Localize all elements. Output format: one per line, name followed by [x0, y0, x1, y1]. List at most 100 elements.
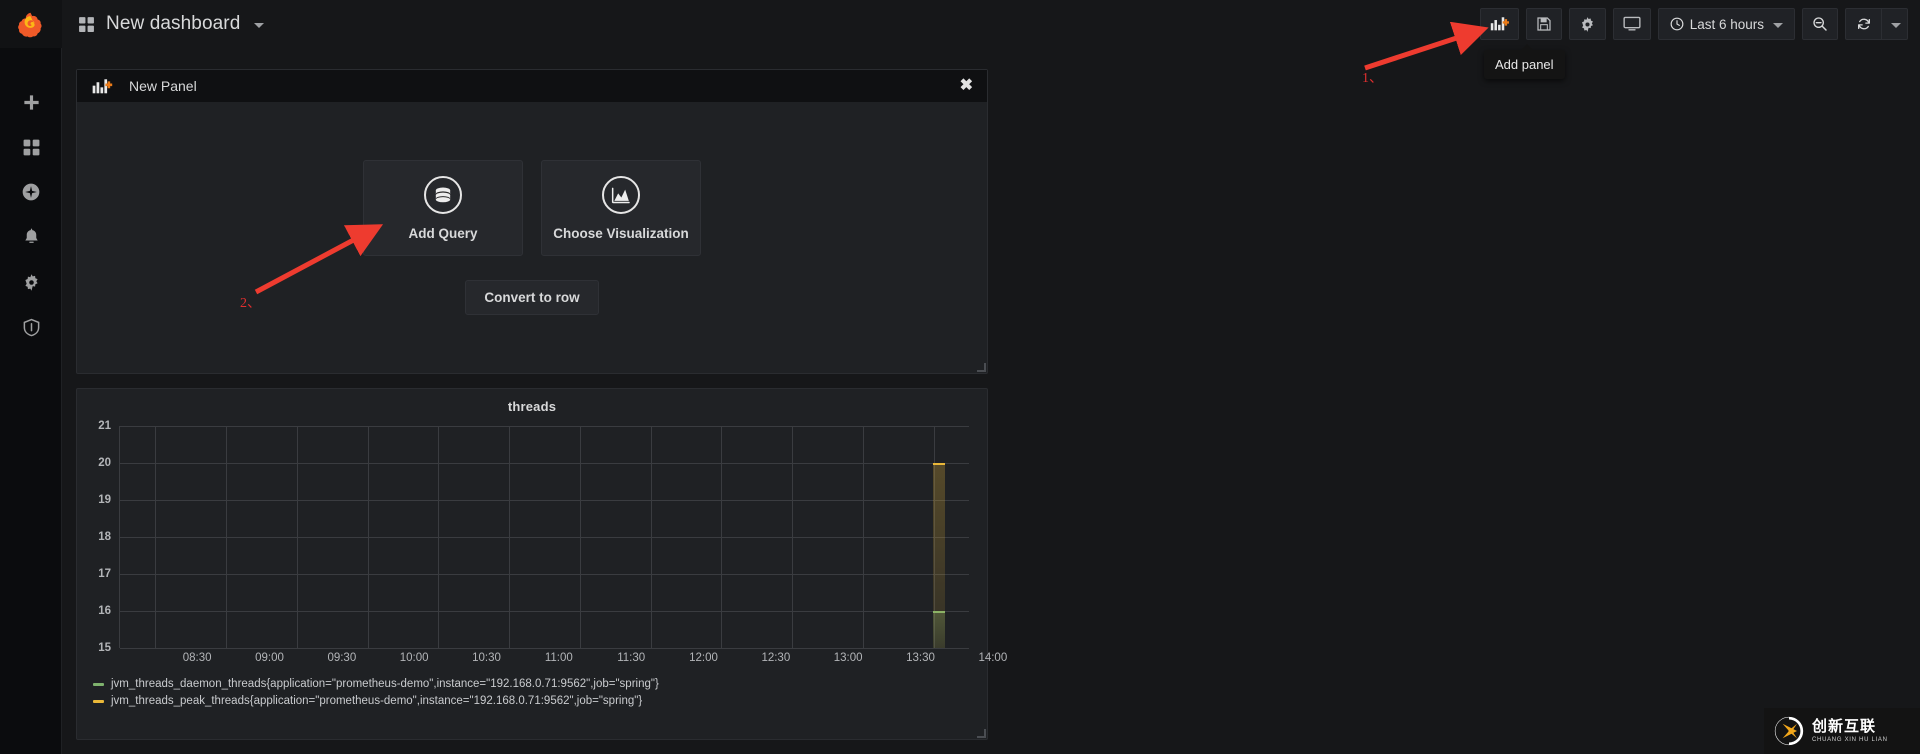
time-range-picker[interactable]: Last 6 hours: [1657, 8, 1795, 40]
sidebar-items: [0, 90, 61, 339]
y-axis-tick: 16: [98, 605, 111, 617]
x-axis-tick: 09:30: [327, 652, 357, 664]
chevron-down-icon[interactable]: [254, 23, 265, 28]
sidebar: [0, 0, 62, 754]
grid-line-horizontal: [120, 462, 969, 464]
y-axis-tick: 20: [98, 456, 111, 469]
watermark-text: 创新互联 CHUANG XIN HU LIAN: [1812, 719, 1888, 743]
refresh-button[interactable]: [1845, 8, 1881, 40]
add-panel-button[interactable]: [1479, 8, 1519, 40]
convert-to-row-button[interactable]: Convert to row: [465, 280, 599, 315]
sidebar-item-create[interactable]: [0, 90, 62, 114]
search-minus-icon: [1813, 17, 1827, 31]
new-panel-title: New Panel: [129, 78, 197, 94]
sidebar-item-configuration[interactable]: [0, 270, 62, 294]
database-icon: [424, 175, 462, 214]
x-axis-tick: 10:00: [399, 652, 429, 664]
tv-monitor-icon: [1623, 16, 1641, 31]
series-area: [932, 462, 945, 648]
x-axis-tick: 14:00: [978, 652, 1008, 664]
choose-visualization-card[interactable]: Choose Visualization: [541, 160, 701, 256]
dashboard-grid-icon: [79, 16, 94, 32]
sidebar-item-explore[interactable]: [0, 180, 62, 204]
x-axis-tick: 08:30: [182, 652, 212, 664]
legend-color-swatch[interactable]: [93, 699, 104, 703]
annotation-1-label: 1、: [1362, 71, 1383, 86]
add-panel-tooltip: Add panel: [1484, 44, 1565, 79]
grid-line-vertical: [579, 426, 581, 648]
legend-label: jvm_threads_peak_threads{application="pr…: [111, 695, 643, 707]
save-dashboard-button[interactable]: [1525, 8, 1562, 40]
clock-icon: [1670, 17, 1684, 31]
grid-line-vertical: [367, 426, 369, 648]
new-panel-cards: Add Query Choose Visualization: [363, 160, 701, 256]
legend-item[interactable]: jvm_threads_peak_threads{application="pr…: [93, 695, 987, 707]
add-panel-icon: [92, 78, 113, 93]
x-axis-tick: 10:30: [472, 652, 501, 664]
gear-icon: [1581, 16, 1593, 32]
y-axis-tick: 18: [98, 531, 111, 543]
graph-panel: threads 21 20 19 18 17 16 15 08:30 09:00 09:30 10…: [76, 388, 1007, 740]
watermark: 创新互联 CHUANG XIN HU LIAN: [1764, 708, 1920, 754]
x-axis: 08:30 09:00 09:30 10:00 10:30 11:00 11:30 12:00…: [119, 648, 1007, 670]
sidebar-item-alerting[interactable]: [0, 225, 62, 249]
x-axis-tick: 09:00: [255, 652, 284, 664]
y-axis: 21 20 19 18 17 16 15: [77, 420, 117, 654]
legend-label: jvm_threads_daemon_threads{application="…: [111, 678, 659, 690]
refresh-icon: [1857, 18, 1870, 30]
grid-line-vertical: [721, 426, 723, 648]
sidebar-item-server-admin[interactable]: [0, 315, 62, 339]
legend-item[interactable]: jvm_threads_daemon_threads{application="…: [93, 678, 987, 690]
grid-line-vertical: [509, 426, 511, 648]
graph-legend: jvm_threads_daemon_threads{application="…: [77, 670, 987, 707]
grid-line-horizontal: [120, 611, 969, 612]
new-panel: New Panel ✖ Add Query Choose Visualizati…: [76, 69, 988, 374]
sidebar-item-dashboards[interactable]: [0, 135, 62, 159]
grid-line-vertical: [226, 426, 228, 648]
grafana-logo[interactable]: [0, 0, 62, 48]
breadcrumb[interactable]: New dashboard: [78, 13, 265, 35]
dashboard-settings-button[interactable]: [1568, 8, 1606, 40]
time-range-label: Last 6 hours: [1689, 16, 1764, 32]
x-axis-tick: 13:00: [833, 652, 863, 664]
floppy-save-icon: [1537, 17, 1551, 31]
grid-line-vertical: [862, 426, 864, 648]
panel-resize-handle[interactable]: [977, 363, 986, 372]
top-navbar: New dashboard Last 6 hours: [62, 0, 1920, 48]
x-axis-tick: 11:30: [617, 652, 646, 664]
grid-line-horizontal: [120, 537, 969, 538]
graph-area-icon: [602, 175, 640, 214]
grid-line-horizontal: [120, 573, 969, 575]
grid-line-vertical: [792, 426, 794, 648]
grafana-app: New dashboard Last 6 hours Add panel New…: [0, 0, 1920, 754]
plot-canvas[interactable]: [119, 426, 969, 649]
x-axis-tick: 13:30: [906, 652, 935, 664]
refresh-interval-button[interactable]: [1881, 8, 1908, 40]
dashboards-grid-icon: [23, 139, 39, 155]
zoom-out-button[interactable]: [1802, 8, 1838, 40]
bell-icon: [24, 228, 38, 243]
add-query-label: Add Query: [408, 225, 478, 241]
x-axis-tick: 12:30: [761, 652, 791, 664]
add-panel-icon: [1490, 17, 1509, 31]
cx-logo-icon: [1774, 716, 1804, 746]
watermark-cn: 创新互联: [1812, 718, 1877, 735]
cycle-view-mode-button[interactable]: [1612, 8, 1651, 40]
grid-line-vertical: [155, 426, 157, 648]
watermark-en: CHUANG XIN HU LIAN: [1812, 737, 1888, 743]
page-title: New dashboard: [106, 13, 241, 34]
grid-line-horizontal: [120, 499, 969, 501]
shield-icon: [23, 318, 39, 336]
gear-icon: [24, 273, 38, 291]
compass-icon: [22, 183, 40, 201]
x-axis-tick: 12:00: [689, 652, 718, 664]
close-icon[interactable]: ✖: [956, 75, 977, 97]
new-panel-body: Add Query Choose Visualization Convert t…: [77, 102, 987, 373]
chevron-down-icon: [1773, 23, 1783, 28]
plus-icon: [23, 94, 39, 110]
legend-color-swatch[interactable]: [93, 682, 104, 686]
add-query-card[interactable]: Add Query: [363, 160, 523, 256]
panel-resize-handle[interactable]: [977, 729, 986, 738]
y-axis-tick: 15: [98, 642, 111, 654]
refresh-controls: [1845, 8, 1908, 40]
